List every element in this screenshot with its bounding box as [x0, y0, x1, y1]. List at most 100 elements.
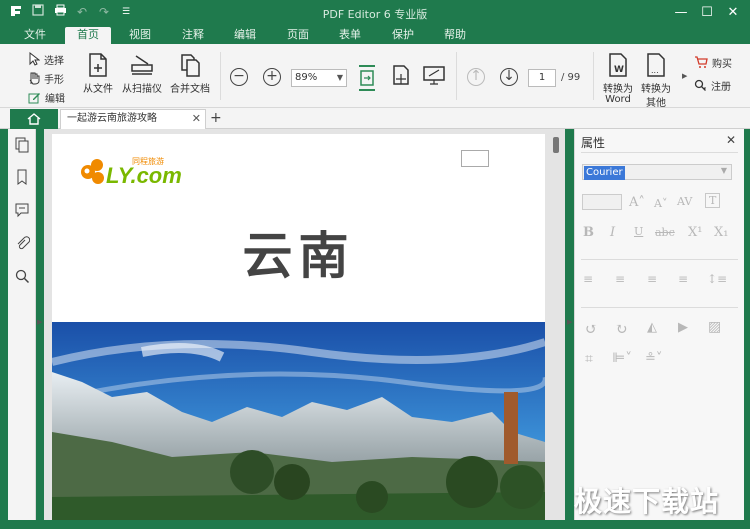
- fit-width-icon[interactable]: [356, 64, 378, 92]
- svg-text:...: ...: [651, 66, 659, 75]
- document-tab-label: 一起游云南旅游攻略: [67, 113, 157, 124]
- prev-page-button[interactable]: ↑: [467, 68, 485, 86]
- divider: [581, 307, 738, 308]
- page-number-input[interactable]: 1: [528, 69, 556, 87]
- document-tab[interactable]: 一起游云南旅游攻略 ✕: [60, 109, 206, 129]
- ly-logo-subtext: 同程旅游: [132, 157, 164, 166]
- subscript-icon[interactable]: X₁: [714, 225, 728, 240]
- menu-edit[interactable]: 编辑: [222, 27, 268, 44]
- maximize-button[interactable]: ☐: [694, 3, 720, 23]
- left-panel-toggle-icon[interactable]: ▶: [37, 318, 42, 326]
- flip-vertical-icon[interactable]: ◭: [647, 320, 657, 335]
- ribbon-toolbar: 选择 手形 编辑 从文件 从扫描仪 合并文档 − + 89% ▼ ↑ ↓ 1 /…: [0, 44, 750, 109]
- merge-button[interactable]: 合并文档: [166, 52, 214, 95]
- italic-icon[interactable]: I: [610, 225, 615, 240]
- close-button[interactable]: ✕: [720, 3, 746, 23]
- attachment-icon[interactable]: [14, 235, 30, 251]
- buy-button[interactable]: 购买: [694, 53, 732, 71]
- close-tab-icon[interactable]: ✕: [192, 110, 201, 128]
- menu-comment[interactable]: 注释: [170, 27, 216, 44]
- menu-protect[interactable]: 保护: [380, 27, 426, 44]
- new-file-icon: [89, 53, 107, 77]
- underline-icon[interactable]: U: [634, 225, 643, 238]
- strikethrough-icon[interactable]: abc: [655, 226, 675, 239]
- close-icon[interactable]: ✕: [726, 133, 736, 147]
- zoom-value: 89%: [295, 72, 318, 83]
- ribbon-separator: [456, 52, 457, 100]
- vertical-scrollbar[interactable]: [553, 137, 559, 153]
- select-label: 选择: [44, 55, 64, 67]
- properties-title: 属性: [581, 136, 606, 150]
- document-viewer[interactable]: LY.com 同程旅游 云南: [44, 129, 565, 520]
- align-left-icon[interactable]: ≡: [583, 272, 593, 286]
- align-center-icon[interactable]: ≡: [615, 272, 625, 286]
- flip-horizontal-icon[interactable]: ▶: [678, 320, 688, 335]
- right-panel-toggle-icon[interactable]: ▶: [567, 318, 572, 326]
- comment-icon[interactable]: [14, 202, 30, 218]
- mountain-photo: [52, 322, 545, 520]
- menu-home[interactable]: 首页: [65, 27, 111, 44]
- left-sidebar: [8, 129, 36, 520]
- hand-tool[interactable]: 手形: [28, 69, 64, 87]
- watermark-text: 极速下载站: [574, 485, 720, 518]
- minimize-button[interactable]: —: [668, 3, 694, 23]
- ribbon-expand-icon[interactable]: ▶: [682, 72, 687, 80]
- bold-icon[interactable]: B: [583, 225, 594, 240]
- font-family-select[interactable]: Courier ▼: [582, 164, 732, 180]
- superscript-icon[interactable]: X¹: [688, 225, 702, 240]
- menu-bar: 文件 首页 视图 注释 编辑 页面 表单 保护 帮助: [0, 26, 750, 44]
- line-spacing-icon[interactable]: ↕≡: [707, 272, 727, 286]
- ly-logo: LY.com 同程旅游: [78, 156, 198, 190]
- decrease-font-icon[interactable]: A˅: [654, 197, 667, 210]
- fullscreen-icon[interactable]: [423, 66, 445, 86]
- rotate-left-icon[interactable]: ↺: [585, 320, 598, 338]
- zoom-select[interactable]: 89% ▼: [291, 69, 347, 87]
- menu-file[interactable]: 文件: [12, 27, 58, 44]
- app-title: PDF Editor 6 专业版: [322, 8, 428, 21]
- increase-font-icon[interactable]: A˄: [629, 195, 645, 210]
- from-scanner-label: 从扫描仪: [122, 84, 162, 95]
- from-file-button[interactable]: 从文件: [74, 52, 122, 95]
- home-tab[interactable]: [10, 109, 58, 129]
- next-page-button[interactable]: ↓: [500, 68, 518, 86]
- menu-form[interactable]: 表单: [327, 27, 373, 44]
- distribute-icon[interactable]: ≗˅: [645, 351, 662, 366]
- align-objects-icon[interactable]: ⊫˅: [612, 351, 632, 366]
- menu-help[interactable]: 帮助: [432, 27, 478, 44]
- register-button[interactable]: 注册: [694, 76, 731, 94]
- align-right-icon[interactable]: ≡: [647, 272, 657, 286]
- font-size-select[interactable]: [582, 194, 622, 210]
- convert-other-button[interactable]: ... 转换为 其他: [632, 52, 680, 109]
- ribbon-separator: [220, 52, 221, 100]
- scanner-icon: [131, 55, 153, 75]
- add-tab-icon[interactable]: +: [210, 109, 222, 127]
- font-family-value: Courier: [584, 166, 625, 180]
- from-scanner-button[interactable]: 从扫描仪: [118, 52, 166, 95]
- divider: [581, 259, 738, 260]
- edit-tool[interactable]: 编辑: [28, 88, 65, 106]
- bookmark-icon[interactable]: [14, 169, 30, 185]
- pages-icon[interactable]: [14, 137, 30, 153]
- menu-view[interactable]: 视图: [117, 27, 163, 44]
- convert-other-label-1: 转换为: [641, 84, 671, 95]
- char-spacing-icon[interactable]: AV: [677, 195, 692, 208]
- menu-page[interactable]: 页面: [275, 27, 321, 44]
- fit-page-icon[interactable]: [391, 62, 411, 90]
- justify-icon[interactable]: ≡: [678, 272, 688, 286]
- rotate-right-icon[interactable]: ↻: [615, 320, 628, 338]
- zoom-in-button[interactable]: +: [263, 68, 281, 86]
- window-bottom-frame: [0, 520, 750, 529]
- page-total: / 99: [561, 72, 581, 83]
- text-box-icon[interactable]: T: [705, 193, 721, 208]
- pdf-page: LY.com 同程旅游 云南: [52, 134, 545, 520]
- image-icon[interactable]: ▨: [708, 319, 721, 335]
- zoom-out-button[interactable]: −: [230, 68, 248, 86]
- hand-label: 手形: [44, 74, 64, 86]
- svg-text:W: W: [614, 65, 624, 75]
- annotation-box[interactable]: [461, 150, 489, 167]
- search-icon[interactable]: [14, 268, 30, 284]
- buy-label: 购买: [712, 58, 732, 70]
- select-tool[interactable]: 选择: [28, 50, 64, 68]
- edit-icon: [28, 92, 40, 103]
- crop-icon[interactable]: ⌗: [585, 351, 593, 367]
